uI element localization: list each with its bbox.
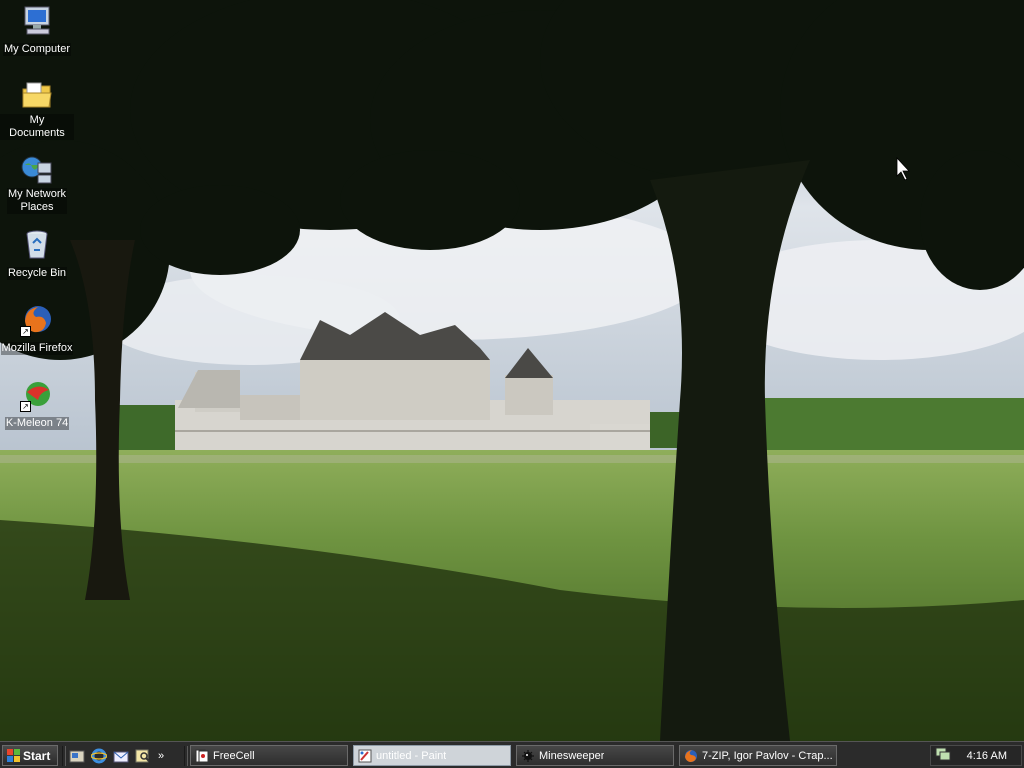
shortcut-arrow-icon: ↗ — [20, 326, 31, 337]
task-button-minesweeper[interactable]: Minesweeper — [516, 745, 674, 766]
recycle-bin-icon — [20, 228, 54, 262]
task-label: 7-ZIP, Igor Pavlov - Стар... — [702, 749, 833, 762]
taskbar-separator — [184, 746, 188, 766]
paint-icon — [358, 749, 372, 763]
search-icon[interactable] — [134, 747, 152, 765]
quick-launch-bar: » — [68, 746, 164, 766]
desktop-icon-label: My Documents — [0, 114, 74, 140]
k-meleon-icon: ↗ — [20, 378, 54, 412]
desktop-icon-label: My Network Places — [6, 188, 68, 214]
task-label: untitled - Paint — [376, 749, 447, 762]
task-button-firefox[interactable]: 7-ZIP, Igor Pavlov - Стар... — [679, 745, 837, 766]
show-desktop-icon[interactable] — [68, 747, 86, 765]
desktop-icon-recycle-bin[interactable]: Recycle Bin — [0, 226, 74, 281]
clock[interactable]: 4:16 AM — [967, 750, 1007, 762]
internet-explorer-icon[interactable] — [90, 747, 108, 765]
freecell-icon — [195, 749, 209, 763]
firefox-icon — [684, 749, 698, 763]
desktop-icon-label: Mozilla Firefox — [0, 342, 74, 355]
desktop-wallpaper — [0, 0, 1024, 741]
desktop-icon-label: My Computer — [2, 43, 72, 56]
task-label: Minesweeper — [539, 749, 605, 762]
taskbar: Start » FreeCell untitled - Paint Minesw… — [0, 741, 1024, 768]
network-status-icon[interactable] — [935, 747, 951, 764]
shortcut-arrow-icon: ↗ — [20, 401, 31, 412]
windows-logo-icon — [7, 749, 20, 762]
desktop-icon-my-computer[interactable]: My Computer — [0, 2, 74, 57]
folder-icon — [20, 79, 54, 113]
computer-icon — [20, 4, 54, 38]
desktop-icon-my-documents[interactable]: My Documents — [0, 77, 74, 141]
task-label: FreeCell — [213, 749, 255, 762]
minesweeper-icon — [521, 749, 535, 763]
taskbar-separator — [62, 746, 66, 766]
desktop-icon-label: Recycle Bin — [6, 267, 68, 280]
network-icon — [20, 153, 54, 187]
task-button-paint[interactable]: untitled - Paint — [353, 745, 511, 766]
task-button-freecell[interactable]: FreeCell — [190, 745, 348, 766]
desktop-icon-label: K-Meleon 74 — [4, 417, 70, 430]
outlook-express-icon[interactable] — [112, 747, 130, 765]
start-button[interactable]: Start — [2, 745, 58, 766]
start-label: Start — [23, 748, 51, 763]
desktop-icon-mozilla-firefox[interactable]: ↗ Mozilla Firefox — [0, 301, 74, 356]
desktop-icon-my-network-places[interactable]: My Network Places — [0, 151, 74, 215]
firefox-icon: ↗ — [20, 303, 54, 337]
system-tray: 4:16 AM — [930, 745, 1022, 766]
quick-launch-more-button[interactable]: » — [158, 750, 164, 762]
desktop-icon-k-meleon[interactable]: ↗ K-Meleon 74 — [0, 376, 74, 431]
